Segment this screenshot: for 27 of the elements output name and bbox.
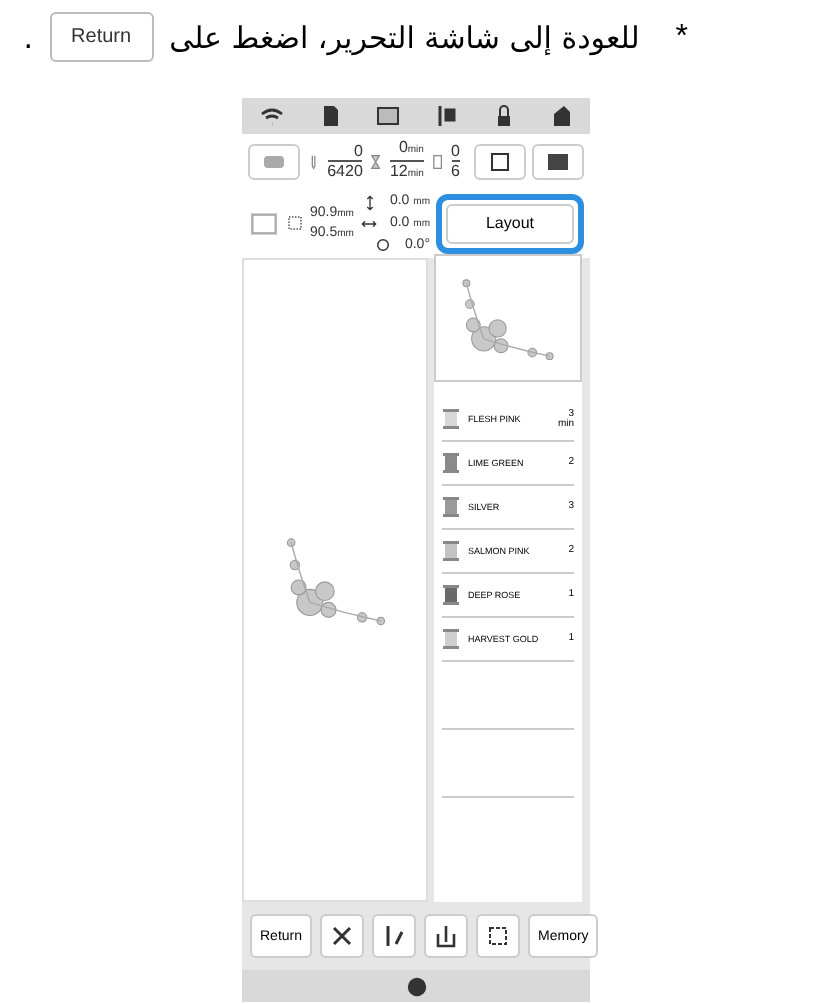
asterisk: * bbox=[675, 19, 688, 55]
screen-icon bbox=[546, 149, 570, 173]
hourglass-icon bbox=[368, 149, 384, 173]
period: . bbox=[23, 19, 34, 55]
needle-down-button[interactable] bbox=[424, 914, 469, 958]
thread-trim-button[interactable] bbox=[320, 914, 365, 958]
horizontal-arrow-icon bbox=[359, 216, 378, 232]
tablet-icon bbox=[488, 149, 512, 173]
counter-value: 0 bbox=[451, 142, 460, 160]
dashed-frame-icon bbox=[486, 924, 511, 948]
trial-button[interactable] bbox=[476, 914, 521, 958]
spool-icon bbox=[429, 149, 446, 173]
home-icon bbox=[549, 104, 573, 128]
tension-button[interactable] bbox=[372, 914, 417, 958]
instruction-text: للعودة إلى شاشة التحرير، اضغط على bbox=[169, 19, 640, 55]
hoop-icon bbox=[248, 209, 280, 237]
layout-button[interactable]: Layout bbox=[446, 203, 574, 243]
vertical-arrow-icon bbox=[361, 193, 378, 211]
camera-view-button[interactable] bbox=[532, 143, 584, 179]
rotation-icon bbox=[374, 236, 393, 254]
tablet-sync-button[interactable] bbox=[474, 143, 526, 179]
counter-total: 6 bbox=[451, 160, 460, 180]
counter-value: 0 bbox=[353, 142, 363, 160]
counter-total: 12$_{min}$ bbox=[389, 160, 424, 184]
counter-value: 0$_{min}$ bbox=[398, 138, 424, 160]
counter-total: 6420 bbox=[327, 160, 363, 180]
size-icon bbox=[286, 214, 304, 232]
